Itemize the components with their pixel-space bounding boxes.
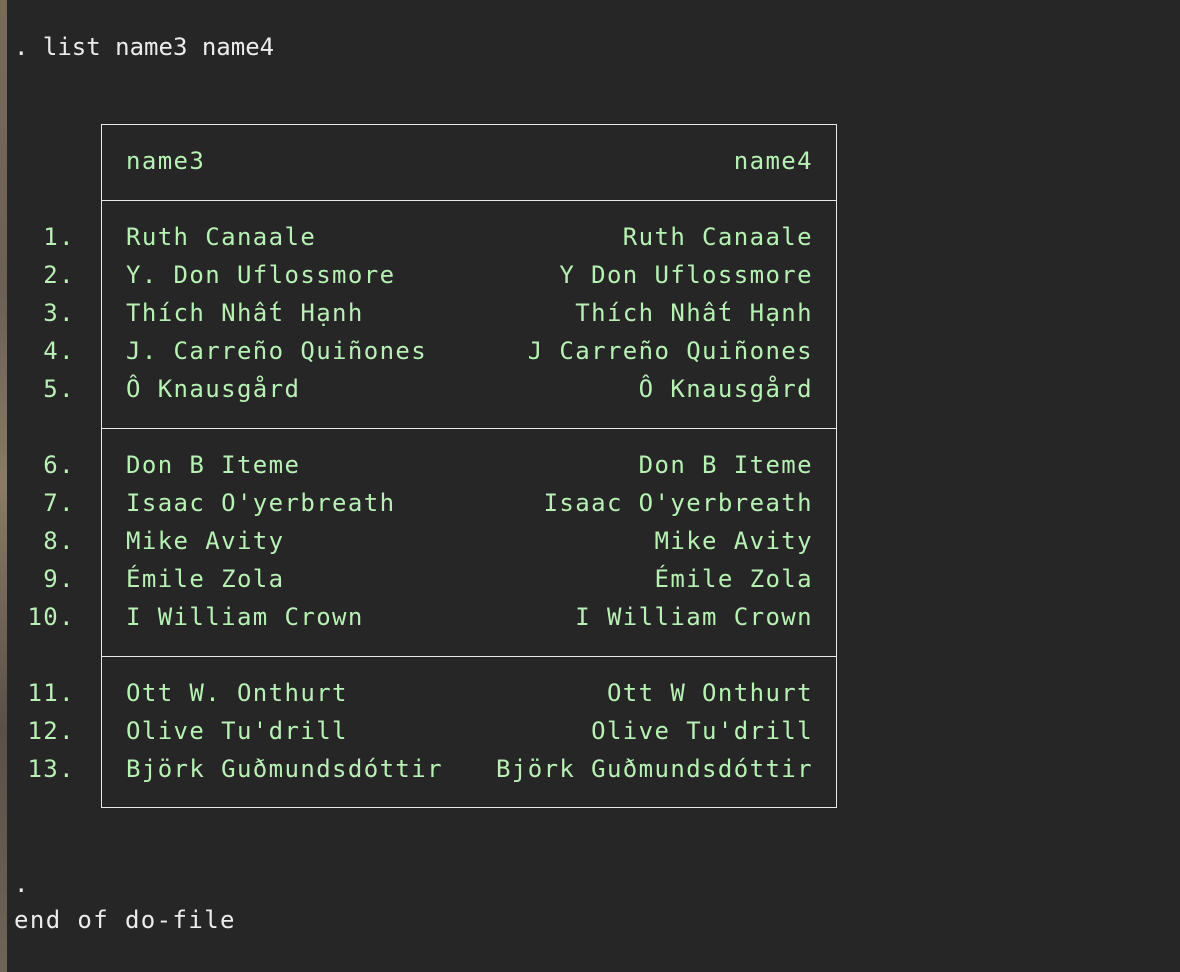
- column-header-name4: name4: [733, 147, 813, 175]
- row-number: 3.: [43, 299, 75, 327]
- window-edge-strip: [0, 0, 7, 972]
- group-divider: [101, 656, 837, 657]
- cell-name4: J Carreño Quiñones: [527, 337, 813, 365]
- command-text: list name3 name4: [42, 33, 275, 61]
- cell-name3: I William Crown: [126, 603, 364, 631]
- cell-name3: Ruth Canaale: [126, 223, 317, 251]
- cell-name3: Émile Zola: [126, 565, 285, 593]
- row-number: 11.: [27, 679, 75, 707]
- cell-name4: Y Don Uflossmore: [559, 261, 813, 289]
- footer-prompt: .: [14, 870, 30, 898]
- row-number: 8.: [43, 527, 75, 555]
- row-number: 7.: [43, 489, 75, 517]
- cell-name4: Ott W Onthurt: [606, 679, 813, 707]
- cell-name4: Ô Knausgård: [638, 375, 813, 403]
- cell-name3: Ott W. Onthurt: [126, 679, 348, 707]
- cell-name4: Mike Avity: [654, 527, 813, 555]
- row-number: 9.: [43, 565, 75, 593]
- command-line: . list name3 name4: [14, 33, 274, 61]
- cell-name3: Don B Iteme: [126, 451, 301, 479]
- group-divider: [101, 428, 837, 429]
- cell-name3: J. Carreño Quiñones: [126, 337, 428, 365]
- cell-name3: Y. Don Uflossmore: [126, 261, 396, 289]
- column-header-name3: name3: [126, 147, 206, 175]
- end-of-do-file-message: end of do-file: [14, 906, 236, 934]
- row-number: 10.: [27, 603, 75, 631]
- cell-name3: Thích Nhất Hạnh: [126, 299, 364, 327]
- command-prompt: .: [14, 33, 29, 61]
- row-number: 6.: [43, 451, 75, 479]
- cell-name3: Ô Knausgård: [126, 375, 301, 403]
- cell-name3: Olive Tu'drill: [126, 717, 348, 745]
- cell-name4: I William Crown: [575, 603, 813, 631]
- row-number: 2.: [43, 261, 75, 289]
- cell-name4: Thích Nhất Hạnh: [575, 299, 813, 327]
- cell-name4: Björk Guðmundsdóttir: [496, 755, 813, 783]
- cell-name3: Isaac O'yerbreath: [126, 489, 396, 517]
- cell-name4: Ruth Canaale: [622, 223, 813, 251]
- cell-name3: Björk Guðmundsdóttir: [126, 755, 443, 783]
- cell-name4: Don B Iteme: [638, 451, 813, 479]
- cell-name3: Mike Avity: [126, 527, 285, 555]
- row-number: 5.: [43, 375, 75, 403]
- row-number: 13.: [27, 755, 75, 783]
- cell-name4: Isaac O'yerbreath: [543, 489, 813, 517]
- row-number: 12.: [27, 717, 75, 745]
- cell-name4: Émile Zola: [654, 565, 813, 593]
- cell-name4: Olive Tu'drill: [591, 717, 813, 745]
- row-number: 1.: [43, 223, 75, 251]
- header-divider: [101, 200, 837, 201]
- row-number: 4.: [43, 337, 75, 365]
